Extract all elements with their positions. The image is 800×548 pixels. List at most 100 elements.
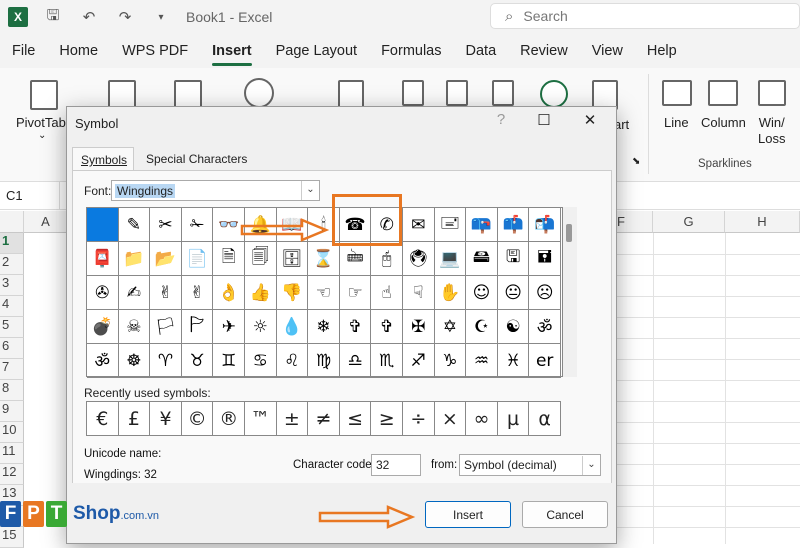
recent-symbol-cell[interactable]: ™ [245, 402, 277, 436]
symbol-cell[interactable]: ☠ [118, 310, 151, 344]
symbol-cell[interactable]: ♓ [497, 344, 530, 378]
line-chart-icon[interactable] [446, 80, 468, 106]
symbol-cell[interactable]: ॐ [529, 310, 561, 344]
sparkline-column-icon[interactable] [708, 80, 738, 106]
symbol-cell[interactable]: 👎 [276, 276, 309, 310]
menu-wps-pdf[interactable]: WPS PDF [122, 43, 188, 59]
symbol-cell[interactable]: ☺ [466, 276, 498, 310]
chevron-down-icon[interactable]: ⌄ [582, 456, 600, 475]
symbol-cell[interactable]: 🖴 [466, 242, 498, 276]
symbol-cell[interactable]: ✂ [150, 208, 182, 242]
character-code-input[interactable]: 32 [371, 454, 421, 476]
row-header[interactable]: 1 [0, 233, 24, 254]
symbol-cell[interactable]: ✇ [87, 276, 119, 310]
symbol-cell[interactable]: 💧 [276, 310, 309, 344]
sparkline-winloss-label[interactable]: Win/ Loss [758, 115, 785, 147]
row-header[interactable]: 5 [0, 317, 24, 338]
symbol-cell[interactable]: 🗎 [213, 242, 245, 276]
symbol-cell[interactable]: 📬 [529, 208, 561, 242]
symbol-cell[interactable]: ☟ [403, 276, 435, 310]
symbol-cell[interactable]: ⌛ [308, 242, 340, 276]
row-header[interactable]: 8 [0, 380, 24, 401]
cancel-button[interactable]: Cancel [522, 501, 608, 528]
recent-symbol-cell[interactable]: ÷ [403, 402, 435, 436]
symbol-cell[interactable]: ♐ [403, 344, 435, 378]
symbol-cell[interactable]: 🔔 [245, 208, 277, 242]
symbol-cell[interactable]: 📄 [181, 242, 214, 276]
menu-home[interactable]: Home [59, 43, 98, 59]
symbol-cell[interactable]: ♒ [466, 344, 498, 378]
sparkline-line-label[interactable]: Line [664, 115, 689, 130]
symbol-cell[interactable]: 🖮 [339, 242, 372, 276]
symbol-cell[interactable]: 🖫 [497, 242, 530, 276]
symbol-cell[interactable]: er [529, 344, 561, 378]
recent-symbol-cell[interactable]: € [87, 402, 119, 436]
symbol-cell[interactable]: 😐 [497, 276, 530, 310]
symbol-cell[interactable]: ✞ [371, 310, 403, 344]
recent-symbol-cell[interactable]: α [529, 402, 561, 436]
symbol-cell[interactable]: ☸ [118, 344, 151, 378]
recent-symbol-cell[interactable]: µ [498, 402, 530, 436]
symbol-cell[interactable]: 📪 [466, 208, 498, 242]
tab-symbols[interactable]: Symbols [72, 147, 134, 171]
recent-symbol-cell[interactable]: ≠ [308, 402, 340, 436]
menu-view[interactable]: View [592, 43, 623, 59]
column-header-a[interactable]: A [24, 211, 68, 233]
menu-help[interactable]: Help [647, 43, 677, 59]
symbol-cell[interactable]: 🖰 [371, 242, 403, 276]
symbol-cell[interactable]: 🗄 [276, 242, 309, 276]
symbol-cell[interactable]: 👍 [245, 276, 277, 310]
row-header[interactable]: 10 [0, 422, 24, 443]
symbol-cell[interactable]: ☪ [466, 310, 498, 344]
recent-symbol-cell[interactable]: © [182, 402, 214, 436]
row-header[interactable]: 2 [0, 254, 24, 275]
symbol-cell[interactable]: ☝ [371, 276, 403, 310]
pie-chart-icon[interactable] [492, 80, 514, 106]
symbol-cell[interactable]: ♎ [339, 344, 372, 378]
symbol-cell[interactable]: ✡ [434, 310, 467, 344]
symbol-cell[interactable]: ✌ [150, 276, 182, 310]
symbol-cell[interactable]: ✁ [181, 208, 214, 242]
symbol-cell[interactable]: 🖲 [403, 242, 435, 276]
symbol-cell[interactable]: ॐ [87, 344, 119, 378]
recent-symbol-cell[interactable]: × [435, 402, 467, 436]
recent-symbol-cell[interactable]: £ [119, 402, 151, 436]
pivottable-dropdown-icon[interactable]: ⌄ [38, 130, 46, 141]
save-icon[interactable]: 🖫 [42, 5, 64, 30]
symbol-cell[interactable]: 🗐 [245, 242, 277, 276]
symbol-cell[interactable]: 👓 [213, 208, 245, 242]
symbol-cell[interactable]: ☯ [497, 310, 530, 344]
row-header[interactable]: 4 [0, 296, 24, 317]
sparkline-column-label[interactable]: Column [701, 115, 746, 130]
maximize-icon[interactable]: ☐ [527, 111, 561, 135]
menu-file[interactable]: File [12, 43, 35, 59]
symbol-cell[interactable]: ♊ [213, 344, 245, 378]
symbol-cell[interactable]: ☹ [529, 276, 561, 310]
menu-formulas[interactable]: Formulas [381, 43, 441, 59]
tab-special-characters[interactable]: Special Characters [138, 147, 255, 171]
symbol-cell[interactable]: ♑ [434, 344, 467, 378]
insert-button[interactable]: Insert [425, 501, 511, 528]
symbol-cell[interactable]: ✎ [118, 208, 151, 242]
undo-icon[interactable]: ↶ [78, 8, 100, 26]
row-header[interactable]: 9 [0, 401, 24, 422]
column-header-h[interactable]: H [725, 211, 800, 233]
column-chart-icon[interactable] [402, 80, 424, 106]
symbol-cell[interactable]: 🏳 [150, 310, 182, 344]
symbol-cell[interactable]: ☞ [339, 276, 372, 310]
symbol-cell[interactable]: ✉ [403, 208, 435, 242]
symbol-cell[interactable]: ♏ [371, 344, 403, 378]
pivottable-icon[interactable] [30, 80, 58, 110]
recent-symbol-cell[interactable]: ≥ [371, 402, 403, 436]
symbol-cell[interactable]: 🖃 [434, 208, 467, 242]
symbol-cell[interactable]: ♋ [245, 344, 277, 378]
symbol-cell[interactable]: 📖 [276, 208, 309, 242]
close-icon[interactable]: ✕ [573, 111, 607, 135]
row-header[interactable]: 3 [0, 275, 24, 296]
search-box[interactable]: ⌕ Search [490, 3, 800, 29]
help-icon[interactable]: ? [484, 111, 518, 135]
symbol-cell[interactable]: ✈ [213, 310, 245, 344]
globe-icon[interactable] [540, 80, 568, 108]
recent-symbol-cell[interactable]: ∞ [466, 402, 498, 436]
symbol-cell[interactable]: 👌 [213, 276, 245, 310]
